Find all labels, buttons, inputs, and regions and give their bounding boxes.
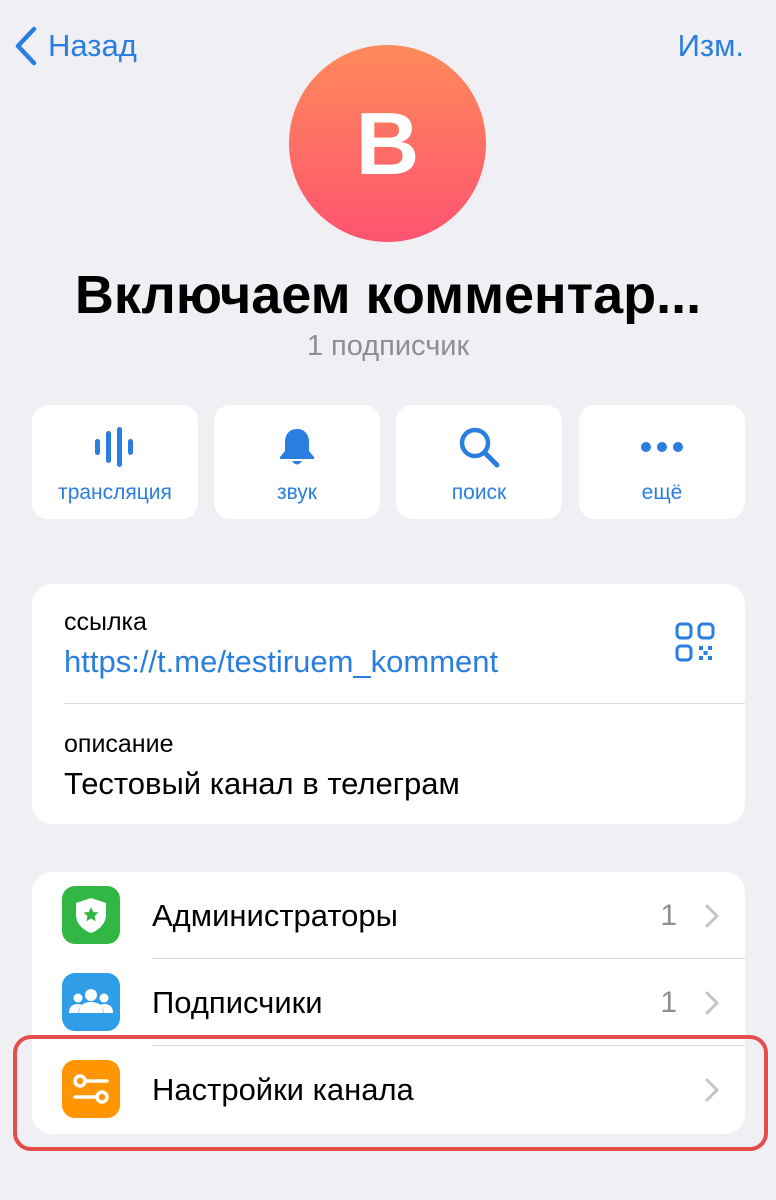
admin-shield-icon bbox=[62, 886, 120, 944]
subscribers-count: 1 bbox=[660, 986, 677, 1019]
subscribers-icon bbox=[62, 973, 120, 1031]
channel-avatar[interactable]: В bbox=[289, 45, 486, 242]
voice-chat-label: трансляция bbox=[58, 481, 172, 504]
more-label: ещё bbox=[641, 481, 683, 504]
administrators-label: Администраторы bbox=[152, 898, 398, 933]
search-button[interactable]: поиск bbox=[396, 405, 562, 519]
edit-button[interactable]: Изм. bbox=[678, 22, 744, 70]
avatar-letter: В bbox=[355, 93, 420, 193]
description-label: описание bbox=[64, 730, 174, 758]
back-label: Назад bbox=[48, 28, 137, 63]
channel-info-card: ссылка https://t.me/testiruem_komment оп… bbox=[32, 584, 745, 824]
subscribers-label: Подписчики bbox=[152, 985, 323, 1020]
channel-description: Тестовый канал в телеграм bbox=[64, 766, 460, 801]
subscriber-count: 1 подписчик bbox=[306, 330, 470, 362]
voice-chat-icon bbox=[93, 425, 137, 469]
sound-button[interactable]: звук bbox=[214, 405, 380, 519]
more-icon bbox=[640, 425, 684, 469]
channel-management-list: Администраторы 1 Подписчики 1 Настройки … bbox=[32, 872, 745, 1134]
chevron-right-icon bbox=[705, 904, 719, 928]
administrators-count: 1 bbox=[660, 899, 677, 932]
channel-link[interactable]: https://t.me/testiruem_komment bbox=[64, 644, 498, 680]
voice-chat-button[interactable]: трансляция bbox=[32, 405, 198, 519]
more-button[interactable]: ещё bbox=[579, 405, 745, 519]
administrators-row[interactable]: Администраторы 1 bbox=[32, 872, 745, 959]
link-label: ссылка bbox=[64, 608, 147, 636]
qr-code-icon[interactable] bbox=[675, 622, 715, 667]
back-button[interactable]: Назад bbox=[14, 22, 137, 70]
chevron-right-icon bbox=[705, 991, 719, 1015]
channel-title: Включаем комментар... bbox=[74, 265, 702, 325]
chevron-right-icon bbox=[705, 1078, 719, 1102]
chevron-left-icon bbox=[15, 26, 37, 66]
channel-settings-icon bbox=[62, 1060, 120, 1118]
channel-settings-label: Настройки канала bbox=[152, 1072, 414, 1107]
search-label: поиск bbox=[451, 481, 507, 504]
info-divider bbox=[64, 703, 745, 704]
bell-icon bbox=[277, 425, 317, 469]
sound-label: звук bbox=[276, 481, 317, 504]
subscribers-row[interactable]: Подписчики 1 bbox=[32, 959, 745, 1046]
channel-settings-row[interactable]: Настройки канала bbox=[32, 1046, 745, 1133]
search-icon bbox=[457, 425, 501, 469]
